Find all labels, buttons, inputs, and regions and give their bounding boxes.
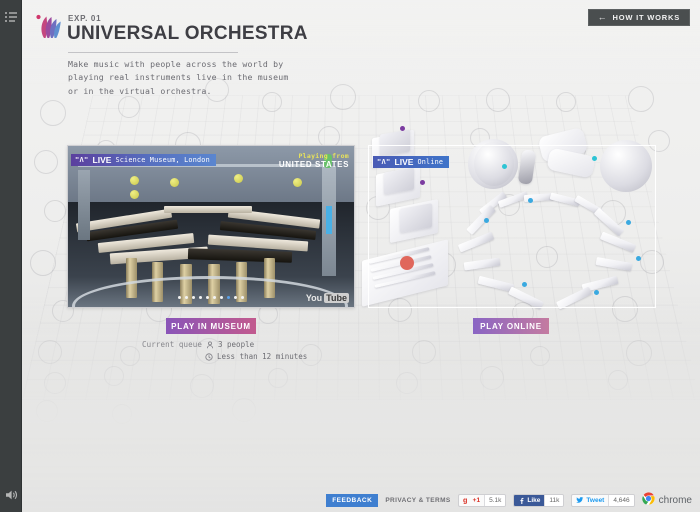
arrow-left-icon: ← [597,12,608,22]
experiment-label: EXP. 01 [68,14,102,23]
queue-label: Current queue [142,340,202,349]
slide-dot[interactable] [241,296,244,299]
badge-mark: "Λ" [75,156,89,164]
footer-bar: FEEDBACK PRIVACY & TERMS g +1 5.1k Like … [22,488,700,512]
play-in-museum-label: PLAY IN MUSEUM [171,321,251,331]
facebook-icon: Like [514,494,545,506]
playing-from-caption: Playing from [298,152,349,160]
left-sidebar [0,0,22,512]
slide-dot[interactable] [234,296,237,299]
facebook-label: Like [527,496,541,504]
youtube-you-text: You [305,293,323,303]
tweet-button[interactable]: Tweet 4,646 [571,493,635,507]
playing-from-country: UNITED STATES [278,160,349,170]
how-it-works-button[interactable]: ← HOW IT WORKS [587,9,690,26]
badge-live-label: LIVE [92,155,112,165]
slide-dot[interactable] [220,296,223,299]
facebook-count: 11k [544,494,564,506]
person-icon [206,341,214,349]
page-root: EXP. 01 UNIVERSAL ORCHESTRA Make music w… [0,0,700,512]
how-it-works-label: HOW IT WORKS [612,13,680,22]
feedback-button[interactable]: FEEDBACK [326,493,379,507]
playing-from: Playing from UNITED STATES [278,152,349,170]
youtube-logo: You Tube [306,293,349,303]
page-title: UNIVERSAL ORCHESTRA [67,23,308,44]
play-online-label: PLAY ONLINE [480,321,542,331]
tweet-label: Tweet [586,496,605,504]
volume-speaker-icon[interactable] [4,488,18,502]
chrome-logo-icon [641,492,655,508]
slide-indicator-dots[interactable] [178,296,244,299]
chrome-brand[interactable]: chrome [641,492,692,508]
badge-live-label: LIVE [394,157,414,167]
tweet-count: 4,646 [608,494,634,506]
slide-dot[interactable] [213,296,216,299]
current-queue-info: Current queue 3 people Less than 12 minu… [142,340,307,364]
facebook-like-button[interactable]: Like 11k [513,493,565,507]
slide-dot[interactable] [192,296,195,299]
queue-wait-time: Less than 12 minutes [217,352,308,361]
museum-live-badge: "Λ" LIVE Science Museum, London [71,154,216,166]
slide-dot[interactable] [227,296,230,299]
badge-mark: "Λ" [377,158,391,166]
slide-dot[interactable] [206,296,209,299]
badge-location: Science Museum, London [115,156,210,164]
intro-text: Make music with people across the world … [68,59,289,96]
privacy-and-terms-link[interactable]: PRIVACY & TERMS [385,497,450,504]
slide-dot[interactable] [199,296,202,299]
google-plus-icon: g +1 [459,495,484,506]
online-live-badge: "Λ" LIVE Online [373,156,450,168]
museum-video-panel[interactable]: "Λ" LIVE Science Museum, London Playing … [67,145,355,308]
google-plus-count: 5.1k [484,494,506,506]
clock-icon [205,352,213,361]
svg-text:g: g [463,496,467,504]
title-divider [68,52,238,53]
menu-list-icon[interactable] [4,10,18,24]
play-in-museum-button[interactable]: PLAY IN MUSEUM [166,318,256,334]
play-online-button[interactable]: PLAY ONLINE [473,318,549,334]
slide-dot[interactable] [185,296,188,299]
chrome-label: chrome [658,494,692,506]
museum-video-frame [68,146,354,307]
online-scene-panel[interactable]: "Λ" LIVE Online [368,145,656,308]
badge-location: Online [417,158,444,166]
slide-dot[interactable] [178,296,181,299]
twitter-bird-icon: Tweet [572,495,608,506]
google-plus-button[interactable]: g +1 5.1k [457,493,507,507]
google-plus-label: +1 [472,496,481,504]
youtube-tube-text: Tube [324,293,349,303]
orchestra-feather-logo [34,12,64,40]
queue-people-count: 3 people [218,340,255,349]
